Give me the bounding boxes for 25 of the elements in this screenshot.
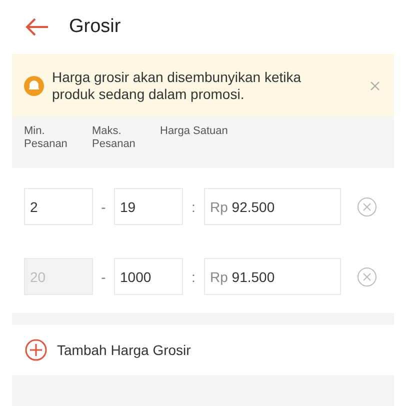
- dash-separator: -: [100, 268, 107, 284]
- dash-separator: -: [100, 198, 107, 214]
- colon-separator: :: [190, 268, 196, 284]
- column-header: Harga Satuan: [160, 125, 228, 138]
- back-arrow-icon[interactable]: [25, 18, 49, 36]
- plus-circle-icon: [25, 339, 47, 361]
- price-value: 91.500: [232, 268, 275, 284]
- currency-label: Rp: [210, 268, 228, 284]
- add-tier-button[interactable]: Tambah Harga Grosir: [12, 325, 394, 375]
- price-field[interactable]: Rp 91.500: [204, 258, 341, 295]
- max-order-field[interactable]: 1000: [114, 258, 183, 295]
- bell-icon: [24, 76, 44, 96]
- column-header: Maks. Pesanan: [92, 125, 136, 151]
- column-header: Min. Pesanan: [24, 125, 68, 151]
- price-field[interactable]: Rp 92.500: [204, 188, 341, 225]
- colon-separator: :: [190, 198, 196, 214]
- remove-icon[interactable]: [357, 266, 377, 286]
- min-order-field[interactable]: 2: [24, 188, 93, 225]
- page-title: Grosir: [69, 16, 121, 38]
- price-value: 92.500: [232, 198, 275, 214]
- remove-icon[interactable]: [357, 196, 377, 216]
- currency-label: Rp: [210, 198, 228, 214]
- max-order-field[interactable]: 19: [114, 188, 183, 225]
- notice-text: Harga grosir akan disembunyikan ketika produk sedang dalam promosi.: [52, 68, 302, 102]
- close-icon[interactable]: [370, 80, 380, 90]
